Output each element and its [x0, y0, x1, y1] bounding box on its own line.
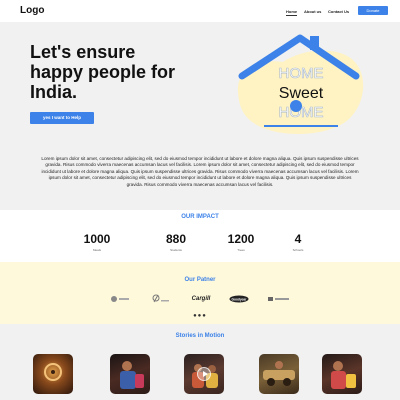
carousel-pager[interactable]: ●●● [0, 313, 400, 319]
partner-logo-1[interactable] [110, 294, 130, 304]
story-thumbnail[interactable] [110, 354, 150, 394]
stories-section: Stories in Motion [0, 324, 400, 400]
partners-section: Our Patner Cargill Goodyear ●●● [0, 262, 400, 324]
partners-title: Our Patner [184, 277, 216, 283]
story-thumbnail[interactable] [184, 354, 224, 394]
partner-logo-2[interactable] [150, 294, 170, 304]
top-nav-bar: Logo Home About us Contact Us Donate [0, 0, 400, 22]
impact-stat: 1200 Trees [221, 232, 261, 252]
partner-logo-cargill[interactable]: Cargill [190, 294, 212, 304]
stories-title: Stories in Motion [175, 333, 225, 339]
donate-button[interactable]: Donate [358, 6, 388, 15]
impact-stat-value: 1200 [227, 232, 255, 246]
impact-stat-value: 880 [165, 232, 187, 246]
svg-text:Goodyear: Goodyear [232, 297, 248, 301]
impact-stat: 1000 Meals [77, 232, 117, 252]
impact-stat: 4 Schools [278, 232, 318, 252]
partner-logo-5[interactable] [268, 294, 290, 304]
story-thumbnail[interactable] [322, 354, 362, 394]
hero-body-text: Lorem ipsum dolor sit amet, consectetur … [41, 156, 359, 187]
help-button[interactable]: yes I want to Help [30, 112, 94, 124]
impact-stat-label: Trees [237, 248, 245, 252]
play-icon[interactable] [197, 367, 211, 381]
impact-stat-label: Students [170, 248, 182, 252]
story-thumbnail[interactable] [33, 354, 73, 394]
site-logo[interactable]: Logo [20, 5, 44, 16]
home-sweet-home-illustration: HOME Sweet HOME [237, 34, 364, 134]
impact-stat-label: Meals [92, 248, 101, 252]
impact-stat: 880 Students [156, 232, 196, 252]
impact-section: OUR IMPACT 1000 Meals 880 Students 1200 … [0, 210, 400, 262]
story-thumbnail[interactable] [259, 354, 299, 394]
nav-contact-us[interactable]: Contact Us [328, 9, 349, 14]
hero-section: Let's ensure happy people for India. yes… [0, 22, 400, 210]
illustration-text-home: HOME [279, 65, 324, 82]
hero-headline: Let's ensure happy people for India. [30, 42, 176, 102]
impact-stat-label: Schools [292, 248, 304, 252]
illustration-text-sweet: Sweet [279, 85, 324, 102]
door-knob-icon [290, 100, 302, 112]
nav-about-us[interactable]: About us [304, 9, 321, 14]
impact-stat-value: 4 [294, 232, 302, 246]
partner-logo-goodyear[interactable]: Goodyear [229, 294, 249, 304]
nav-home[interactable]: Home [286, 9, 298, 16]
impact-title: OUR IMPACT [181, 214, 219, 220]
impact-stat-value: 1000 [83, 232, 111, 246]
